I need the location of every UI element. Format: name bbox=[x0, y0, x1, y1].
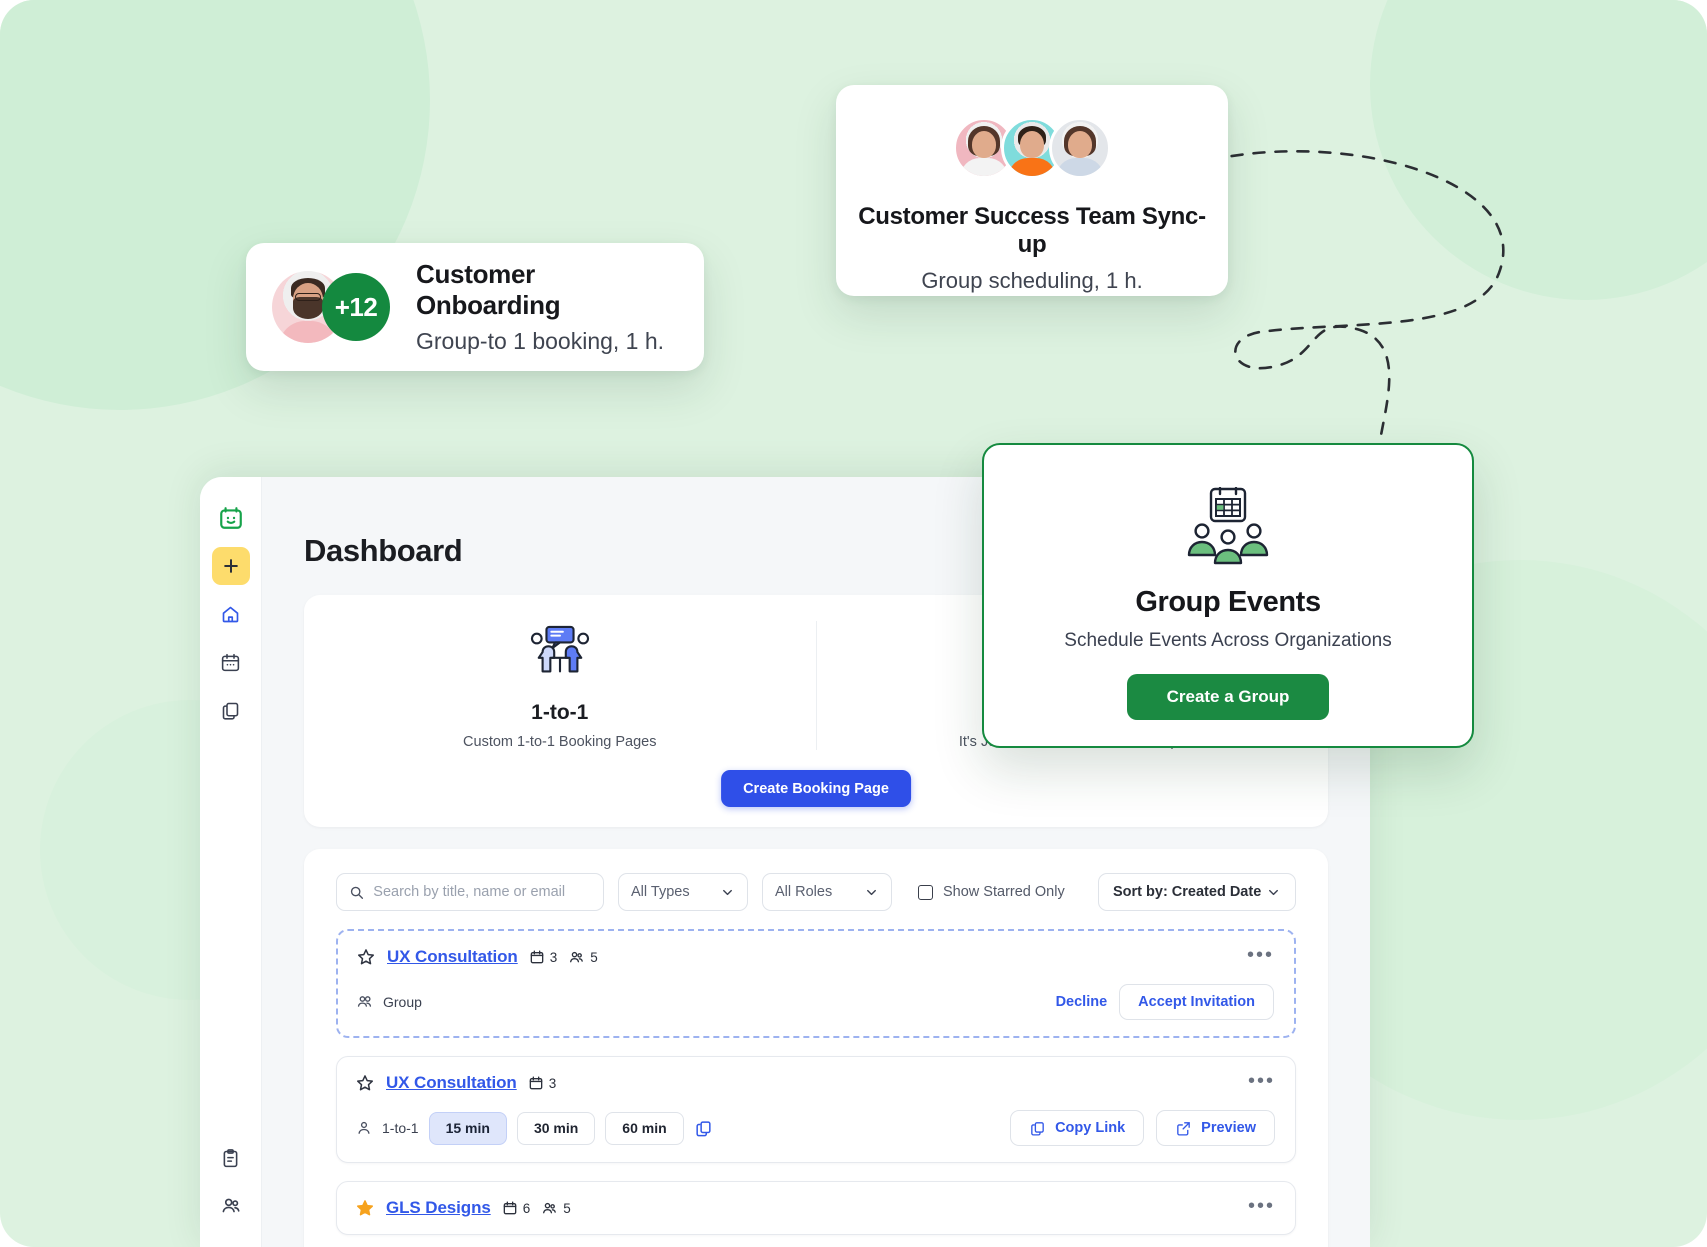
preview-label: Preview bbox=[1201, 1120, 1256, 1136]
filter-roles-select[interactable]: All Roles bbox=[762, 873, 892, 911]
calendar-count-value: 6 bbox=[522, 1200, 531, 1216]
group-icon bbox=[357, 996, 372, 1007]
create-booking-page-button[interactable]: Create Booking Page bbox=[721, 770, 911, 807]
people-icon bbox=[222, 1198, 240, 1213]
avatar-stack: +12 bbox=[272, 271, 394, 343]
sidebar-item-home[interactable] bbox=[212, 595, 250, 633]
avatar-overflow-badge: +12 bbox=[322, 273, 390, 341]
table-row[interactable]: ••• UX Consultation 3 bbox=[336, 1056, 1296, 1163]
duration-option-15[interactable]: 15 min bbox=[428, 1111, 507, 1145]
calendar-count: 6 bbox=[502, 1200, 531, 1216]
copy-icon bbox=[1031, 1121, 1044, 1136]
booking-type-subtitle: Custom 1-to-1 Booking Pages bbox=[463, 734, 657, 750]
row-more-menu[interactable]: ••• bbox=[1248, 1071, 1275, 1091]
promo-card-customer-onboarding: +12 Customer Onboarding Group-to 1 booki… bbox=[246, 243, 704, 371]
dashed-connector-line bbox=[1208, 149, 1505, 467]
people-count: 5 bbox=[541, 1200, 571, 1217]
people-count: 5 bbox=[568, 949, 598, 966]
booking-type-title: 1-to-1 bbox=[531, 701, 589, 724]
calendar-icon bbox=[503, 1201, 517, 1215]
row-more-menu[interactable]: ••• bbox=[1247, 945, 1274, 965]
row-title-link[interactable]: UX Consultation bbox=[387, 947, 518, 967]
calendar-group-icon bbox=[1187, 486, 1269, 565]
plus-icon bbox=[223, 559, 238, 573]
copy-link-label: Copy Link bbox=[1055, 1120, 1126, 1136]
row-title-link[interactable]: GLS Designs bbox=[386, 1198, 491, 1218]
table-row[interactable]: ••• GLS Designs 6 5 bbox=[336, 1181, 1296, 1235]
calendar-count-value: 3 bbox=[549, 949, 558, 965]
sidebar-item-pages[interactable] bbox=[212, 691, 250, 729]
search-box[interactable] bbox=[336, 873, 604, 911]
filter-bar: All Types All Roles Show Starred Only So… bbox=[336, 873, 1296, 911]
sidebar-item-calendar[interactable] bbox=[212, 643, 250, 681]
calendar-icon bbox=[529, 1076, 543, 1090]
promo-card-subtitle: Group scheduling, 1 h. bbox=[921, 268, 1143, 293]
calendar-count: 3 bbox=[528, 1075, 557, 1091]
group-events-title: Group Events bbox=[1135, 586, 1321, 618]
row-kind-label: 1-to-1 bbox=[382, 1120, 419, 1136]
bookings-list-panel: All Types All Roles Show Starred Only So… bbox=[304, 849, 1328, 1247]
row-more-menu[interactable]: ••• bbox=[1248, 1196, 1275, 1216]
filter-types-label: All Types bbox=[631, 884, 690, 900]
sidebar-item-people[interactable] bbox=[212, 1187, 250, 1225]
search-icon bbox=[350, 886, 364, 899]
preview-button[interactable]: Preview bbox=[1156, 1110, 1275, 1146]
duration-option-60[interactable]: 60 min bbox=[605, 1111, 684, 1145]
promo-card-title: Customer Onboarding bbox=[416, 258, 561, 320]
people-count-value: 5 bbox=[590, 949, 598, 965]
copy-pages-icon bbox=[222, 702, 239, 720]
copy-icon bbox=[696, 1120, 711, 1136]
copy-link-button[interactable]: Copy Link bbox=[1010, 1110, 1145, 1146]
show-starred-only-label: Show Starred Only bbox=[943, 884, 1065, 900]
people-icon bbox=[570, 951, 584, 962]
person-icon bbox=[358, 1121, 370, 1134]
accept-invitation-button[interactable]: Accept Invitation bbox=[1119, 984, 1274, 1020]
calendar-icon bbox=[221, 653, 240, 671]
filter-types-select[interactable]: All Types bbox=[618, 873, 748, 911]
row-title-link[interactable]: UX Consultation bbox=[386, 1073, 517, 1093]
table-row[interactable]: ••• UX Consultation 3 bbox=[336, 929, 1296, 1038]
decline-button[interactable]: Decline bbox=[1056, 994, 1108, 1010]
calendar-count: 3 bbox=[529, 949, 558, 965]
one-to-one-meeting-icon bbox=[530, 625, 589, 673]
promo-card-title: Customer Success Team Sync-up bbox=[858, 203, 1206, 258]
duplicate-icon-button[interactable] bbox=[694, 1119, 713, 1138]
calendar-count-value: 3 bbox=[548, 1075, 557, 1091]
app-screenshot-canvas: +12 Customer Onboarding Group-to 1 booki… bbox=[0, 0, 1707, 1247]
booking-type-one-to-one[interactable]: 1-to-1 Custom 1-to-1 Booking Pages bbox=[304, 621, 816, 750]
chevron-down-icon bbox=[1269, 889, 1278, 895]
create-a-group-button[interactable]: Create a Group bbox=[1126, 674, 1330, 720]
background-blob bbox=[1370, 0, 1707, 300]
home-icon bbox=[222, 606, 239, 622]
calendar-icon bbox=[530, 950, 544, 964]
avatar-group bbox=[856, 117, 1208, 179]
sort-by-label: Sort by: Created Date bbox=[1113, 884, 1262, 900]
smiley-calendar-logo-icon bbox=[219, 507, 242, 529]
people-icon bbox=[543, 1202, 557, 1213]
avatar bbox=[1049, 117, 1111, 179]
sidebar-item-clipboard[interactable] bbox=[212, 1139, 250, 1177]
external-link-icon bbox=[1177, 1121, 1191, 1136]
promo-card-customer-success: Customer Success Team Sync-up Group sche… bbox=[836, 85, 1228, 296]
sidebar bbox=[200, 477, 262, 1247]
clipboard-icon bbox=[223, 1148, 238, 1167]
show-starred-only-checkbox[interactable]: Show Starred Only bbox=[918, 884, 1065, 900]
star-icon[interactable] bbox=[356, 947, 376, 967]
sort-by-select[interactable]: Sort by: Created Date bbox=[1098, 873, 1296, 911]
checkbox-box bbox=[918, 884, 933, 900]
star-icon[interactable] bbox=[355, 1198, 375, 1218]
promo-card-subtitle: Group-to 1 booking, 1 h. bbox=[416, 328, 665, 355]
chevron-down-icon bbox=[867, 889, 876, 895]
chevron-down-icon bbox=[723, 889, 732, 895]
star-icon[interactable] bbox=[355, 1073, 375, 1093]
sidebar-item-create[interactable] bbox=[211, 547, 250, 585]
search-input[interactable] bbox=[373, 884, 591, 900]
group-events-subtitle: Schedule Events Across Organizations bbox=[1064, 630, 1392, 651]
duration-option-30[interactable]: 30 min bbox=[516, 1111, 596, 1145]
sidebar-item-logo[interactable] bbox=[212, 499, 250, 537]
group-events-card: Group Events Schedule Events Across Orga… bbox=[982, 443, 1474, 748]
row-kind-label: Group bbox=[383, 994, 422, 1010]
filter-roles-label: All Roles bbox=[775, 884, 833, 900]
people-count-value: 5 bbox=[563, 1200, 571, 1216]
